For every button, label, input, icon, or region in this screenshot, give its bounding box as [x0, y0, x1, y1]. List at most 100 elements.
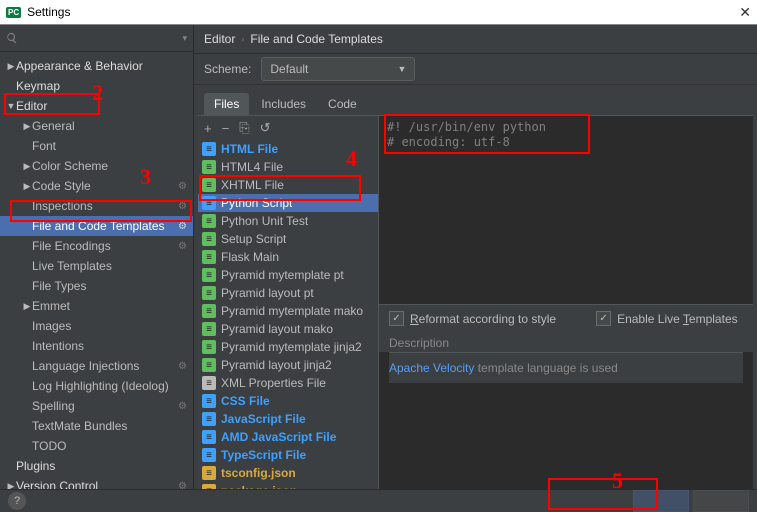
- file-icon: ≡: [202, 232, 216, 246]
- template-item[interactable]: ≡Python Script: [198, 194, 378, 212]
- help-button[interactable]: ?: [8, 492, 26, 510]
- chevron-right-icon: ›: [241, 34, 244, 44]
- settings-sidebar: ▾ ▶Appearance & BehaviorKeymap▼Editor▶Ge…: [0, 25, 194, 489]
- tree-item-appearance-behavior[interactable]: ▶Appearance & Behavior: [0, 56, 193, 76]
- tree-item-font[interactable]: Font: [0, 136, 193, 156]
- file-icon: ≡: [202, 376, 216, 390]
- tree-item-file-types[interactable]: File Types: [0, 276, 193, 296]
- file-icon: ≡: [202, 142, 216, 156]
- tree-arrow-icon: ▶: [6, 61, 16, 72]
- template-list: ≡HTML File≡HTML4 File≡XHTML File≡Python …: [198, 140, 378, 489]
- enable-live-templates-checkbox[interactable]: ✓ Enable Live Templates: [596, 311, 738, 326]
- template-item[interactable]: ≡Flask Main: [198, 248, 378, 266]
- template-item[interactable]: ≡Pyramid mytemplate mako: [198, 302, 378, 320]
- tree-item-plugins[interactable]: Plugins: [0, 456, 193, 476]
- tree-item-editor[interactable]: ▼Editor: [0, 96, 193, 116]
- template-item[interactable]: ≡AMD JavaScript File: [198, 428, 378, 446]
- tree-item-label: TODO: [32, 439, 187, 453]
- tree-item-spelling[interactable]: Spelling⚙: [0, 396, 193, 416]
- template-name: JavaScript File: [221, 412, 306, 426]
- tree-arrow-icon: ▶: [22, 181, 32, 192]
- file-icon: ≡: [202, 484, 216, 489]
- tree-item-label: Font: [32, 139, 187, 153]
- template-name: HTML File: [221, 142, 278, 156]
- tree-item-code-style[interactable]: ▶Code Style⚙: [0, 176, 193, 196]
- ok-button[interactable]: [633, 490, 689, 512]
- tree-item-label: Code Style: [32, 179, 178, 193]
- tree-item-inspections[interactable]: Inspections⚙: [0, 196, 193, 216]
- close-icon[interactable]: ✕: [739, 4, 751, 21]
- tree-item-label: File and Code Templates: [32, 219, 178, 233]
- tree-item-textmate-bundles[interactable]: TextMate Bundles: [0, 416, 193, 436]
- template-item[interactable]: ≡Pyramid layout jinja2: [198, 356, 378, 374]
- template-item[interactable]: ≡package.json: [198, 482, 378, 489]
- dialog-footer: ?: [0, 489, 757, 512]
- tree-item-images[interactable]: Images: [0, 316, 193, 336]
- tree-item-intentions[interactable]: Intentions: [0, 336, 193, 356]
- template-name: Pyramid mytemplate jinja2: [221, 340, 362, 354]
- tree-item-live-templates[interactable]: Live Templates: [0, 256, 193, 276]
- cancel-button[interactable]: [693, 490, 749, 512]
- tree-item-file-encodings[interactable]: File Encodings⚙: [0, 236, 193, 256]
- template-item[interactable]: ≡tsconfig.json: [198, 464, 378, 482]
- file-icon: ≡: [202, 250, 216, 264]
- tree-item-log-highlighting-ideolog-[interactable]: Log Highlighting (Ideolog): [0, 376, 193, 396]
- tree-item-color-scheme[interactable]: ▶Color Scheme: [0, 156, 193, 176]
- file-icon: ≡: [202, 448, 216, 462]
- tree-item-version-control[interactable]: ▶Version Control⚙: [0, 476, 193, 489]
- tree-item-label: Emmet: [32, 299, 187, 313]
- tab-code[interactable]: Code: [318, 93, 367, 115]
- tree-item-file-and-code-templates[interactable]: File and Code Templates⚙: [0, 216, 193, 236]
- template-item[interactable]: ≡XML Properties File: [198, 374, 378, 392]
- undo-button[interactable]: ↺: [260, 120, 271, 136]
- chevron-down-icon: ▾: [182, 33, 187, 44]
- scheme-combo[interactable]: Default ▼: [261, 57, 415, 81]
- tree-arrow-icon: ▶: [22, 121, 32, 132]
- file-icon: ≡: [202, 412, 216, 426]
- file-icon: ≡: [202, 322, 216, 336]
- apache-velocity-link[interactable]: Apache Velocity: [389, 361, 474, 375]
- gear-icon: ⚙: [178, 481, 187, 490]
- tree-arrow-icon: ▶: [6, 481, 16, 490]
- template-item[interactable]: ≡XHTML File: [198, 176, 378, 194]
- template-name: TypeScript File: [221, 448, 306, 462]
- tree-item-language-injections[interactable]: Language Injections⚙: [0, 356, 193, 376]
- template-item[interactable]: ≡CSS File: [198, 392, 378, 410]
- template-item[interactable]: ≡ HTML File: [198, 140, 378, 158]
- search-input[interactable]: ▾: [0, 25, 193, 52]
- template-name: Python Unit Test: [221, 214, 308, 228]
- remove-button[interactable]: −: [222, 121, 230, 136]
- reformat-checkbox[interactable]: ✓ Reformat according to style: [389, 311, 556, 326]
- template-item[interactable]: ≡ TypeScript File: [198, 446, 378, 464]
- copy-button[interactable]: ⎘: [239, 120, 249, 136]
- template-tabs: FilesIncludesCode: [194, 91, 757, 115]
- tree-item-label: General: [32, 119, 187, 133]
- tree-item-emmet[interactable]: ▶Emmet: [0, 296, 193, 316]
- description-text: Apache Velocity template language is use…: [389, 352, 743, 383]
- template-item[interactable]: ≡Python Unit Test: [198, 212, 378, 230]
- app-icon: PC: [6, 7, 21, 18]
- chevron-down-icon: ▼: [397, 64, 406, 74]
- tree-item-keymap[interactable]: Keymap: [0, 76, 193, 96]
- template-item[interactable]: ≡Pyramid mytemplate jinja2: [198, 338, 378, 356]
- tree-item-label: Language Injections: [32, 359, 178, 373]
- tree-item-label: Color Scheme: [32, 159, 187, 173]
- template-name: Pyramid mytemplate mako: [221, 304, 363, 318]
- breadcrumb-root[interactable]: Editor: [204, 32, 235, 46]
- template-editor[interactable]: #! /usr/bin/env python # encoding: utf-8: [379, 116, 753, 304]
- tab-files[interactable]: Files: [204, 93, 249, 115]
- tree-item-general[interactable]: ▶General: [0, 116, 193, 136]
- file-icon: ≡: [202, 430, 216, 444]
- template-item[interactable]: ≡Pyramid layout pt: [198, 284, 378, 302]
- file-icon: ≡: [202, 178, 216, 192]
- tab-includes[interactable]: Includes: [251, 93, 316, 115]
- add-button[interactable]: +: [204, 121, 212, 136]
- template-item[interactable]: ≡Setup Script: [198, 230, 378, 248]
- tree-item-todo[interactable]: TODO: [0, 436, 193, 456]
- search-icon: [6, 32, 18, 44]
- breadcrumb-page: File and Code Templates: [250, 32, 383, 46]
- template-item[interactable]: ≡Pyramid layout mako: [198, 320, 378, 338]
- template-item[interactable]: ≡ JavaScript File: [198, 410, 378, 428]
- template-item[interactable]: ≡HTML4 File: [198, 158, 378, 176]
- template-item[interactable]: ≡Pyramid mytemplate pt: [198, 266, 378, 284]
